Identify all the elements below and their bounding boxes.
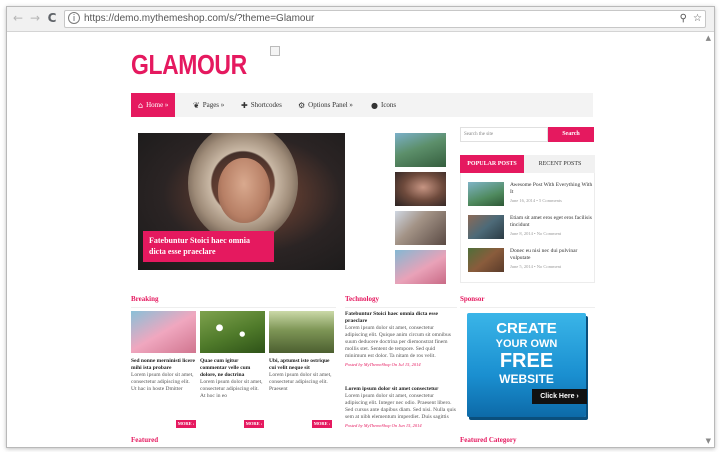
tech-post-excerpt: Lorem ipsum dolor sit amet, consectetur … [345,393,456,420]
tab-recent-posts[interactable]: RECENT POSTS [530,155,590,173]
breaking-card[interactable]: Sed nonne merninisti licere mihi ista pr… [131,311,196,393]
nav-icons[interactable]: ● Icons [371,93,396,117]
scroll-up-icon[interactable]: ▲ [706,34,711,42]
browser-window: ← → C i https://demo.mythemeshop.com/s/?… [6,6,715,448]
back-icon[interactable]: ← [11,11,25,25]
ad-click-here-button[interactable]: Click Here › [532,389,587,404]
post-title[interactable]: Etiam sit amet eros eget eros facilisis … [510,215,596,229]
slider-thumb-3[interactable] [395,211,446,245]
search-button[interactable]: Search [548,127,594,142]
list-item[interactable]: Etiam sit amet eros eget eros facilisis … [468,215,593,241]
featured-category-heading: Featured Category [460,436,595,447]
post-title[interactable]: Donec eu nisi nec dui pulvinar vulputate [510,248,596,262]
card-excerpt: Lorem ipsum dolor sit amet, consectetur … [131,372,194,392]
main-navigation: ⌂ Home » ❦ Pages » ✚ Shortcodes ⚙ Option… [131,93,593,117]
post-thumbnail[interactable] [468,182,504,206]
slider-image-face [218,158,270,223]
address-bar[interactable]: i https://demo.mythemeshop.com/s/?theme=… [64,10,706,28]
nav-shortcodes[interactable]: ✚ Shortcodes [241,93,282,117]
breaking-card[interactable]: Ubi, aptumst iste ostrique cui velit neq… [269,311,334,393]
popular-posts-list: Awesome Post With Everything With It Jun… [460,173,595,283]
sidebar-tabs: POPULAR POSTS RECENT POSTS [460,155,595,173]
browser-toolbar: ← → C i https://demo.mythemeshop.com/s/?… [7,7,714,32]
ad-line-3: FREE [499,350,554,372]
scroll-down-icon[interactable]: ▼ [706,437,711,445]
home-icon: ⌂ [138,100,144,110]
nav-pages-label: Pages » [202,101,225,109]
nav-pages[interactable]: ❦ Pages » [193,93,224,117]
card-image[interactable] [200,311,265,353]
more-button[interactable]: MORE › [176,420,196,428]
ad-line-4: WEBSITE [499,372,554,386]
apple-icon: ● [371,100,378,110]
post-thumbnail[interactable] [468,215,504,239]
card-title[interactable]: Sed nonne merninisti licere mihi ista pr… [131,358,196,372]
card-title[interactable]: Quae cum igitur commentar velle cum dolo… [200,358,265,379]
post-thumbnail[interactable] [468,248,504,272]
breaking-card[interactable]: Quae cum igitur commentar velle cum dolo… [200,311,265,400]
nav-options-label: Options Panel » [308,101,353,109]
breaking-heading: Breaking [131,295,336,308]
card-title[interactable]: Ubi, aptumst iste ostrique cui velit neq… [269,358,334,372]
ad-line-1: CREATE [496,320,557,337]
card-image[interactable] [131,311,196,353]
more-button[interactable]: MORE › [312,420,332,428]
technology-post[interactable]: Fatebuntur Stoici haec omnia dicta esse … [345,311,457,367]
tech-post-title[interactable]: Fatebuntur Stoici haec omnia dicta esse … [345,311,457,325]
slider-thumb-4[interactable] [395,250,446,284]
info-icon[interactable]: i [68,12,80,24]
forward-icon[interactable]: → [28,11,42,25]
sponsor-ad-banner[interactable]: CREATE YOUR OWN FREE WEBSITE Click Here … [467,313,587,417]
broken-image-icon [270,46,280,56]
technology-post[interactable]: Lorem ipsum dolor sit amet consectetur L… [345,386,457,428]
tech-post-meta[interactable]: Posted by MyThemeShop On Jun 15, 2014 [345,423,457,428]
search-input[interactable]: Search the site [460,127,548,142]
post-meta: June 5, 2014 • No Comment [510,264,562,269]
slider-thumb-1[interactable] [395,133,446,167]
slider-caption[interactable]: Fatebuntur Stoici haec omnia dicta esse … [143,231,274,262]
plus-icon: ✚ [241,100,248,110]
nav-icons-label: Icons [380,101,397,109]
url-text[interactable]: https://demo.mythemeshop.com/s/?theme=Gl… [84,12,314,26]
bookmark-star-icon[interactable]: ☆ [693,11,702,26]
nav-options-panel[interactable]: ⚙ Options Panel » [298,93,353,117]
leaf-icon: ❦ [193,100,200,110]
tech-post-excerpt: Lorem ipsum dolor sit amet, consectetur … [345,325,451,359]
list-item[interactable]: Donec eu nisi nec dui pulvinar vulputate… [468,248,593,274]
site-logo[interactable]: GLAMOUR [131,49,247,81]
post-title[interactable]: Awesome Post With Everything With It [510,182,596,196]
nav-home[interactable]: ⌂ Home » [131,93,176,117]
gear-icon: ⚙ [298,100,306,110]
slider-thumb-2[interactable] [395,172,446,206]
card-excerpt: Lorem ipsum dolor sit amet, consectetur … [200,379,263,399]
more-button[interactable]: MORE › [244,420,264,428]
featured-slider[interactable]: Fatebuntur Stoici haec omnia dicta esse … [138,133,345,270]
post-meta: June 8, 2014 • No Comment [510,231,562,236]
nav-home-label: Home » [146,101,169,109]
page-content: ▲ ▼ GLAMOUR ⌂ Home » ❦ Pages » ✚ Shortco… [7,32,714,447]
ad-line-2: YOUR OWN [495,338,558,350]
zoom-icon[interactable]: ⚲ [680,11,687,26]
reload-icon[interactable]: C [45,11,59,25]
list-item[interactable]: Awesome Post With Everything With It Jun… [468,182,593,208]
post-meta: June 16, 2014 • 5 Comments [510,198,562,203]
tab-popular-posts[interactable]: POPULAR POSTS [460,155,524,173]
sponsor-heading: Sponsor [460,295,595,308]
featured-heading: Featured [131,436,336,447]
card-image[interactable] [269,311,334,353]
technology-heading: Technology [345,295,457,308]
nav-shortcodes-label: Shortcodes [250,101,282,109]
tech-post-title[interactable]: Lorem ipsum dolor sit amet consectetur [345,386,457,393]
tech-post-meta[interactable]: Posted by MyThemeShop On Jul 15, 2014 [345,362,457,367]
card-excerpt: Lorem ipsum dolor sit amet, consectetur … [269,372,332,392]
